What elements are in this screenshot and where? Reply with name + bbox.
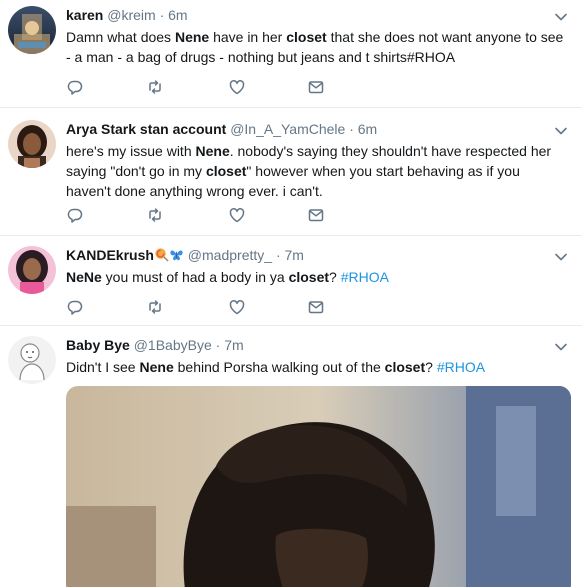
keyword-highlight: Nene bbox=[174, 29, 210, 45]
chevron-down-icon[interactable] bbox=[554, 250, 568, 264]
butterfly-emoji-icon bbox=[170, 250, 183, 261]
separator: · bbox=[215, 337, 221, 353]
keyword-highlight: closet bbox=[286, 29, 327, 45]
text-segment: behind Porsha walking out of the bbox=[173, 359, 385, 375]
tweet-text: Damn what does Nene have in her closet t… bbox=[66, 27, 568, 67]
keyword-highlight: closet bbox=[288, 269, 330, 285]
retweet-icon bbox=[149, 300, 161, 314]
display-name[interactable]: karen bbox=[66, 7, 103, 23]
retweet-button[interactable] bbox=[146, 78, 166, 96]
username[interactable]: @In_A_YamChele bbox=[230, 121, 345, 137]
text-segment: ? bbox=[425, 359, 437, 375]
timestamp[interactable]: 6m bbox=[168, 7, 187, 23]
keyword-highlight: NeNe bbox=[66, 269, 102, 285]
heart-icon bbox=[229, 300, 245, 315]
display-name[interactable]: KANDEkrush bbox=[66, 247, 154, 263]
heart-icon bbox=[229, 80, 245, 95]
direct-message-button[interactable] bbox=[307, 78, 327, 96]
reply-button[interactable] bbox=[66, 78, 86, 96]
keyword-highlight: Nene bbox=[139, 359, 174, 375]
avatar[interactable] bbox=[8, 120, 56, 168]
tweet[interactable]: Baby Bye @1BabyBye · 7m Didn't I see Nen… bbox=[0, 326, 582, 587]
like-button[interactable] bbox=[228, 78, 248, 96]
reply-icon bbox=[67, 80, 83, 95]
text-segment: you must of had a body in ya bbox=[101, 269, 289, 285]
text-segment: Didn't I see bbox=[66, 359, 140, 375]
tweet-body: Baby Bye @1BabyBye · 7m Didn't I see Nen… bbox=[66, 336, 568, 377]
tweet-body: karen @kreim · 6m Damn what does Nene ha… bbox=[66, 6, 568, 67]
text-segment: ? bbox=[329, 269, 341, 285]
message-icon bbox=[308, 81, 324, 94]
message-icon bbox=[308, 301, 324, 314]
like-button[interactable] bbox=[228, 298, 248, 316]
text-segment: here's my issue with bbox=[66, 143, 196, 159]
username[interactable]: @kreim bbox=[107, 7, 155, 23]
direct-message-button[interactable] bbox=[307, 206, 327, 224]
hashtag-link[interactable]: #RHOA bbox=[341, 269, 389, 285]
text-segment: Damn what does bbox=[66, 29, 175, 45]
tweet-body: KANDEkrush @madpretty_ · 7m NeNe you mus… bbox=[66, 246, 568, 287]
display-name[interactable]: Baby Bye bbox=[66, 337, 130, 353]
chevron-down-icon[interactable] bbox=[554, 340, 568, 354]
reply-button[interactable] bbox=[66, 206, 86, 224]
chevron-down-icon[interactable] bbox=[554, 10, 568, 24]
tweet-text: here's my issue with Nene. nobody's sayi… bbox=[66, 141, 568, 201]
tweet-text: Didn't I see Nene behind Porsha walking … bbox=[66, 357, 568, 377]
separator: · bbox=[159, 7, 165, 23]
tweet-header: Baby Bye @1BabyBye · 7m bbox=[66, 336, 568, 355]
tweet-body: Arya Stark stan account @In_A_YamChele ·… bbox=[66, 120, 568, 201]
avatar[interactable] bbox=[8, 6, 56, 54]
lollipop-emoji-icon bbox=[155, 248, 169, 262]
username[interactable]: @madpretty_ bbox=[188, 247, 272, 263]
retweet-button[interactable] bbox=[146, 206, 166, 224]
tweet[interactable]: KANDEkrush @madpretty_ · 7m NeNe you mus… bbox=[0, 236, 582, 326]
timestamp[interactable]: 7m bbox=[224, 337, 243, 353]
tweet-header: karen @kreim · 6m bbox=[66, 6, 568, 25]
separator: · bbox=[349, 121, 354, 137]
display-name[interactable]: Arya Stark stan account bbox=[66, 121, 226, 137]
retweet-button[interactable] bbox=[146, 298, 166, 316]
keyword-highlight: Nene bbox=[195, 143, 230, 159]
tweet[interactable]: Arya Stark stan account @In_A_YamChele ·… bbox=[0, 108, 582, 236]
tweet-media-gif[interactable] bbox=[66, 386, 571, 587]
reply-icon bbox=[67, 208, 83, 223]
tweet[interactable]: karen @kreim · 6m Damn what does Nene ha… bbox=[0, 0, 582, 108]
reply-button[interactable] bbox=[66, 298, 86, 316]
timestamp[interactable]: 6m bbox=[358, 121, 377, 137]
hashtag-link[interactable]: #RHOA bbox=[437, 359, 485, 375]
avatar[interactable] bbox=[8, 246, 56, 294]
reply-icon bbox=[67, 300, 83, 315]
keyword-highlight: closet bbox=[384, 359, 426, 375]
retweet-icon bbox=[149, 208, 161, 222]
tweet-text: NeNe you must of had a body in ya closet… bbox=[66, 267, 568, 287]
timestamp[interactable]: 7m bbox=[285, 247, 304, 263]
avatar[interactable] bbox=[8, 336, 56, 384]
text-segment: have in her bbox=[209, 29, 287, 45]
like-button[interactable] bbox=[228, 206, 248, 224]
username[interactable]: @1BabyBye bbox=[134, 337, 212, 353]
retweet-icon bbox=[149, 80, 161, 94]
tweet-header: KANDEkrush @madpretty_ · 7m bbox=[66, 246, 568, 265]
tweet-header: Arya Stark stan account @In_A_YamChele ·… bbox=[66, 120, 568, 139]
separator: · bbox=[275, 247, 281, 263]
timeline-feed: karen @kreim · 6m Damn what does Nene ha… bbox=[0, 0, 582, 587]
heart-icon bbox=[229, 208, 245, 223]
direct-message-button[interactable] bbox=[307, 298, 327, 316]
keyword-highlight: closet bbox=[205, 163, 247, 179]
message-icon bbox=[308, 209, 324, 222]
chevron-down-icon[interactable] bbox=[554, 124, 568, 138]
